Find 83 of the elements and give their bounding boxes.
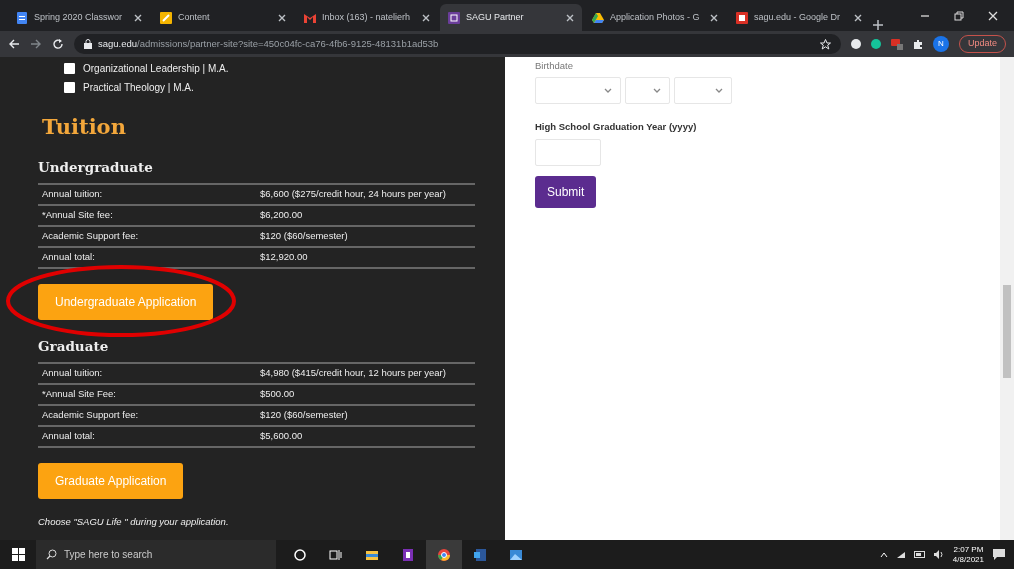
table-cell: $12,920.00	[260, 250, 308, 265]
browser-tab[interactable]: Content	[152, 4, 294, 31]
new-tab-icon[interactable]	[872, 19, 884, 31]
document-icon	[16, 11, 28, 24]
restore-icon[interactable]	[954, 10, 964, 21]
url-text: sagu.edu/admissions/partner-site?site=450c04fc-ca76-4fb6-9125-48131b1ad53b	[98, 36, 439, 51]
image-icon[interactable]	[509, 547, 523, 562]
close-icon[interactable]	[278, 13, 286, 22]
table-cell: $120 ($60/semester)	[260, 229, 348, 244]
browser-tab[interactable]: Spring 2020 Classwor	[8, 4, 150, 31]
task-view-icon[interactable]	[329, 547, 343, 562]
browser-icon[interactable]	[437, 547, 451, 562]
extension-icon[interactable]	[870, 39, 881, 49]
lock-icon	[84, 39, 92, 49]
table-cell-text: Academic Support fee:	[42, 408, 140, 423]
browser-tab[interactable]: Inbox (163) - natelierh	[296, 4, 438, 31]
select-field[interactable]	[535, 77, 621, 105]
table-cell: $500.00	[260, 387, 295, 402]
search-field[interactable]: Type here to search	[36, 540, 276, 569]
field-label: High School Graduation Year (yyyy)	[535, 120, 698, 135]
table-cell-text: Annual total:	[42, 429, 96, 444]
select-field[interactable]	[674, 77, 732, 105]
close-icon[interactable]	[988, 10, 998, 21]
close-icon[interactable]	[566, 13, 574, 22]
profile-avatar[interactable]: N	[932, 36, 949, 52]
chevron-icon	[604, 87, 612, 94]
search-icon	[46, 549, 57, 560]
close-icon[interactable]	[710, 13, 718, 22]
extension-icon[interactable]	[850, 39, 861, 49]
section-title: Tuition	[42, 113, 127, 141]
pencil-icon	[160, 11, 172, 24]
program-label: Organizational Leadership | M.A.	[83, 62, 229, 76]
select-field[interactable]	[625, 77, 670, 105]
chevron-icon	[715, 87, 723, 94]
reload-icon[interactable]	[52, 38, 64, 50]
notification-icon[interactable]	[992, 548, 1006, 561]
browser-tab[interactable]: sagu.edu - Google Dr	[728, 4, 870, 31]
table-cell-text: *Annual Site Fee:	[42, 387, 117, 402]
checkbox[interactable]	[64, 63, 75, 74]
table-cell-text: Annual total:	[42, 250, 96, 265]
close-icon[interactable]	[854, 13, 862, 22]
close-icon[interactable]	[422, 13, 430, 22]
windows-icon[interactable]	[11, 548, 25, 561]
battery-icon[interactable]	[913, 551, 926, 558]
table-cell: $4,980 ($415/credit hour, 12 hours per year)	[260, 366, 446, 381]
star-icon[interactable]	[819, 38, 831, 50]
chevron-icon	[653, 87, 661, 94]
document-icon[interactable]	[473, 547, 487, 562]
checkbox[interactable]	[64, 82, 75, 93]
logo-icon	[736, 11, 748, 24]
program-label: Practical Theology | M.A.	[83, 81, 194, 95]
field-label: Birthdate	[535, 59, 575, 73]
address-bar[interactable]: sagu.edu/admissions/partner-site?site=450c04fc-ca76-4fb6-9125-48131b1ad53b	[74, 34, 841, 54]
table-cell: $6,200.00	[260, 208, 303, 223]
table-cell: $120 ($60/semester)	[260, 408, 348, 423]
puzzle-icon[interactable]	[912, 39, 923, 49]
input-field[interactable]	[535, 138, 601, 166]
table-cell-text: *Annual Site fee:	[42, 208, 114, 223]
submit-button[interactable]: Submit	[535, 175, 597, 208]
scrollbar[interactable]	[1000, 57, 1014, 540]
clock[interactable]: 2:07 PM 4/8/2021	[952, 544, 984, 565]
table-cell: $5,600.00	[260, 429, 303, 444]
scrollbar-thumb[interactable]	[1003, 285, 1011, 378]
notebook-icon[interactable]	[401, 547, 415, 562]
speaker-icon[interactable]	[933, 550, 945, 559]
table-cell-text: Annual tuition:	[42, 187, 104, 202]
mail-icon	[304, 11, 316, 24]
back-icon[interactable]	[8, 38, 20, 50]
section-heading: Undergraduate	[38, 157, 154, 177]
note-text: Choose "SAGU Life " during your application.	[38, 515, 230, 529]
browser-tab[interactable]: Application Photos - G	[584, 4, 726, 31]
table-cell: $6,600 ($275/credit hour, 24 hours per year)	[260, 187, 446, 202]
browser-tab[interactable]: SAGU Partner	[440, 4, 582, 31]
section-heading: Graduate	[38, 336, 110, 356]
table-cell-text: Annual tuition:	[42, 366, 104, 381]
drive-icon	[592, 11, 604, 24]
table-cell-text: Academic Support fee:	[42, 229, 140, 244]
chevron-up-icon[interactable]	[879, 551, 888, 558]
close-icon[interactable]	[134, 13, 142, 22]
network-icon[interactable]	[895, 550, 906, 559]
cortana-icon[interactable]	[293, 547, 307, 562]
forward-icon[interactable]	[30, 38, 42, 50]
logo-icon	[448, 11, 460, 24]
